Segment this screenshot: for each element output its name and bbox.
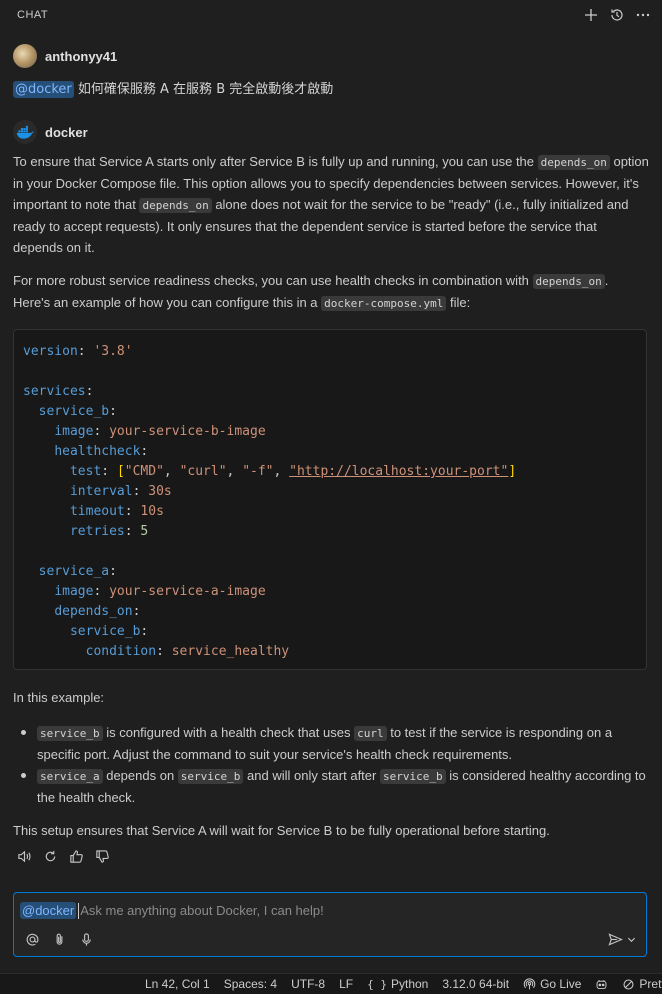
status-interpreter[interactable]: 3.12.0 64-bit — [435, 977, 516, 991]
code-token: 30s — [148, 484, 172, 499]
code-token: 5 — [140, 524, 149, 539]
bullet2-text-1: depends on — [102, 768, 178, 783]
user-message: @docker 如何確保服務 A 在服務 B 完全啟動後才啟動 — [13, 78, 334, 98]
code-token: "-f" — [242, 464, 274, 479]
code-token: image — [54, 584, 94, 599]
response-paragraph-2: For more robust service readiness checks… — [13, 270, 649, 314]
code-token: condition — [85, 644, 157, 659]
bot-name: docker — [45, 124, 88, 140]
attach-paperclip-icon[interactable] — [51, 931, 68, 948]
response-paragraph-4: This setup ensures that Service A will w… — [13, 823, 550, 838]
status-language-label: Python — [390, 977, 429, 991]
status-copilot[interactable] — [588, 978, 615, 991]
new-chat-plus-icon[interactable] — [582, 6, 600, 24]
status-cursor-position[interactable]: Ln 42, Col 1 — [138, 977, 217, 991]
inline-code-service-a: service_a — [37, 769, 103, 784]
code-token: timeout — [69, 504, 125, 519]
more-actions-icon[interactable] — [634, 6, 652, 24]
inline-code-service-b: service_b — [177, 769, 244, 784]
code-url-link[interactable]: "http://localhost:your-port" — [289, 464, 508, 479]
send-controls — [607, 931, 636, 948]
code-token: '3.8' — [93, 344, 133, 359]
inline-code-service-b: service_b — [37, 726, 103, 741]
microphone-icon[interactable] — [78, 931, 95, 948]
send-icon[interactable] — [607, 931, 624, 948]
code-token: "curl" — [179, 464, 227, 479]
input-toolbar — [24, 931, 95, 948]
user-avatar — [13, 44, 37, 68]
bullet1-text-1: is configured with a health check that u… — [102, 725, 355, 740]
chat-title: CHAT — [17, 9, 49, 21]
inline-code-depends-on: depends_on — [537, 155, 610, 170]
response-bullet-list: service_b is configured with a health ch… — [13, 722, 649, 808]
input-placeholder: Ask me anything about Docker, I can help… — [80, 903, 324, 918]
read-aloud-icon[interactable] — [16, 848, 33, 865]
prohibited-icon — [623, 979, 634, 989]
chat-input-box[interactable]: @docker Ask me anything about Docker, I … — [13, 892, 647, 957]
status-go-live-label: Go Live — [540, 977, 582, 991]
inline-code-service-b: service_b — [379, 769, 446, 784]
chat-header: CHAT — [0, 0, 662, 30]
history-icon[interactable] — [608, 6, 626, 24]
inline-code-compose-file: docker-compose.yml — [321, 296, 447, 311]
p1-text-1: To ensure that Service A starts only aft… — [13, 154, 538, 169]
status-bar: Ln 42, Col 1 Spaces: 4 UTF-8 LF { } Pyth… — [0, 973, 662, 994]
p2-text-1: For more robust service readiness checks… — [13, 273, 533, 288]
braces-icon: { } — [367, 977, 387, 991]
p2-text-3: file: — [446, 295, 471, 310]
code-token: services — [23, 384, 86, 399]
retry-icon[interactable] — [42, 848, 59, 865]
status-indentation[interactable]: Spaces: 4 — [217, 977, 284, 991]
code-token: version — [23, 344, 78, 359]
list-item: service_a depends on service_b and will … — [13, 765, 649, 808]
code-token: image — [54, 424, 94, 439]
code-token: service_b — [38, 404, 110, 419]
inline-code-depends-on: depends_on — [532, 274, 605, 289]
text-caret — [78, 902, 80, 919]
code-token: interval — [69, 484, 133, 499]
code-token: service_a — [38, 564, 110, 579]
status-eol[interactable]: LF — [332, 977, 360, 991]
input-mention-chip[interactable]: @docker — [20, 902, 77, 919]
user-message-text: 如何確保服務 A 在服務 B 完全啟動後才啟動 — [73, 82, 334, 97]
inline-code-depends-on: depends_on — [139, 198, 212, 213]
response-paragraph-3: In this example: — [13, 690, 105, 705]
status-prettier[interactable]: Prettie — [615, 977, 662, 991]
bullet2-text-2: and will only start after — [243, 768, 380, 783]
status-go-live[interactable]: Go Live — [516, 977, 588, 991]
broadcast-icon — [523, 978, 536, 989]
list-item: service_b is configured with a health ch… — [13, 722, 649, 765]
copilot-icon — [596, 979, 607, 989]
response-actions — [16, 848, 111, 865]
at-mention-icon[interactable] — [24, 931, 41, 948]
code-token: service_healthy — [171, 644, 290, 659]
user-mention-chip: @docker — [13, 81, 74, 98]
code-token: your-service-b-image — [109, 424, 266, 439]
inline-code-curl: curl — [354, 726, 387, 741]
user-name: anthonyy41 — [45, 48, 118, 64]
code-token: healthcheck — [54, 444, 141, 459]
code-token: retries — [69, 524, 125, 539]
code-token: test — [69, 464, 102, 479]
status-encoding[interactable]: UTF-8 — [284, 977, 332, 991]
send-options-chevron-down-icon[interactable] — [626, 931, 636, 948]
code-token: service_b — [69, 624, 141, 639]
docker-avatar — [13, 120, 37, 144]
status-language[interactable]: { } Python — [360, 977, 435, 991]
chat-input-field[interactable]: @docker Ask me anything about Docker, I … — [20, 902, 324, 919]
user-message-header: anthonyy41 — [13, 44, 117, 68]
code-token: your-service-a-image — [109, 584, 266, 599]
code-token: "CMD" — [124, 464, 164, 479]
code-token: 10s — [140, 504, 164, 519]
thumbs-up-icon[interactable] — [68, 848, 85, 865]
bot-message-header: docker — [13, 120, 88, 144]
response-paragraph-1: To ensure that Service A starts only aft… — [13, 151, 649, 258]
status-prettier-label: Prettie — [639, 977, 662, 991]
code-token: depends_on — [54, 604, 133, 619]
chat-conversation[interactable]: anthonyy41 @docker 如何確保服務 A 在服務 B 完全啟動後才… — [0, 30, 662, 880]
thumbs-down-icon[interactable] — [94, 848, 111, 865]
docker-whale-icon — [16, 125, 34, 139]
yaml-code-block[interactable]: version: '3.8' services: service_b: imag… — [13, 329, 647, 670]
